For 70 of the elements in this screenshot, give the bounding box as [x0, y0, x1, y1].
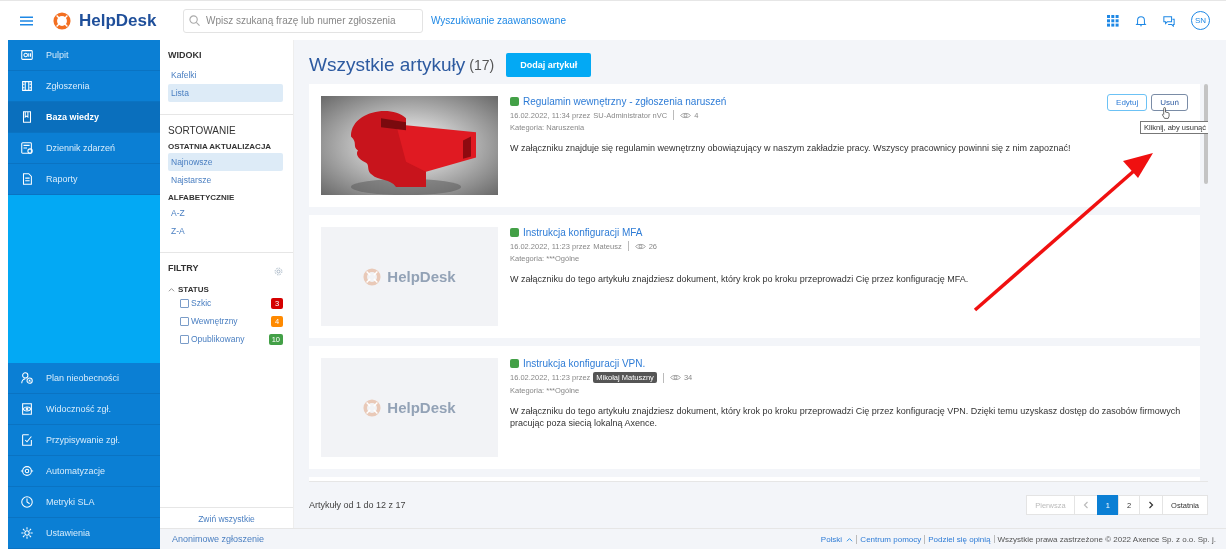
lifebuoy-icon — [363, 398, 382, 417]
chevron-left-icon — [1082, 501, 1089, 509]
filter-label[interactable]: Opublikowany — [191, 334, 267, 344]
nav-icon — [20, 48, 34, 62]
section-heading: FILTRY — [168, 263, 199, 273]
footer-link[interactable]: Podziel się opinią — [924, 534, 991, 544]
nav-icon — [20, 79, 34, 93]
article-summary: W załączniku znajduje się regulamin wewnętrzny obowiązujący w naszym zakładzie pracy. Wszyscy pracownicy powinni się z nim zapoznać! — [510, 142, 1072, 155]
logo-text: HelpDesk — [387, 399, 456, 416]
anonymous-report-link[interactable]: Anonimowe zgłoszenie — [172, 534, 265, 544]
nav-icon — [20, 110, 34, 124]
checkbox[interactable] — [180, 316, 189, 326]
nav-icon — [20, 371, 34, 385]
page-title: Wszystkie artykuły — [309, 54, 466, 76]
collapse-all-link[interactable]: Zwiń wszystkie — [160, 508, 293, 528]
eye-icon — [669, 374, 681, 381]
language-selector[interactable]: Polski — [820, 534, 854, 544]
article-title-link[interactable]: Regulamin wewnętrzny - zgłoszenia naruszeń — [523, 96, 727, 107]
lifebuoy-icon — [363, 267, 382, 286]
chat-icon[interactable] — [1163, 14, 1175, 27]
article-summary: W załączniku do tego artykułu znajdziesz dokument, który krok po kroku przeprowadzi Cię przez konfigurację MFA. — [510, 273, 970, 286]
eye-icon — [680, 111, 692, 119]
nav-icon — [20, 141, 34, 155]
apps-grid-icon[interactable] — [1107, 14, 1119, 27]
add-article-button[interactable]: Dodaj artykuł — [506, 53, 592, 77]
group-heading: ALFABETYCZNIE — [168, 193, 236, 202]
section-heading: SORTOWANIE — [168, 125, 237, 136]
group-heading: STATUS — [178, 285, 209, 294]
chevron-icon[interactable] — [168, 287, 175, 292]
footer-link[interactable]: Centrum pomocy — [856, 534, 922, 544]
edit-button[interactable]: Edytuj — [1107, 94, 1148, 111]
chevron-up-icon — [846, 536, 854, 542]
scrollbar[interactable] — [1204, 84, 1208, 184]
view-option[interactable]: Kafelki — [168, 66, 283, 84]
sort-option[interactable]: A-Z — [168, 204, 283, 222]
nav-icon — [20, 464, 34, 478]
menu-icon[interactable] — [20, 15, 33, 26]
nav-icon — [20, 172, 34, 186]
logo-text: HelpDesk — [387, 268, 456, 285]
article-count: (17) — [469, 57, 495, 73]
group-heading: OSTATNIA AKTUALIZACJA — [168, 142, 273, 151]
results-range: Artykuły od 1 do 12 z 17 — [309, 500, 406, 510]
filter-label[interactable]: Wewnętrzny — [191, 316, 269, 326]
hand-cursor-icon — [1161, 107, 1170, 119]
nav-icon — [20, 526, 34, 540]
nav-icon — [20, 495, 34, 509]
chevron-right-icon — [1148, 501, 1155, 509]
search-field[interactable]: Wpisz szukaną frazę lub numer zgłoszenia — [183, 8, 423, 33]
nav-icon — [20, 433, 34, 447]
article-summary: W załączniku do tego artykułu znajdziesz dokument, który krok po kroku przeprowadzi Cię przez konfigurację VPN. Dzięki temu uzyskasz dostęp do zasobów firmowych pracując poza siecią lokalną Axence. — [510, 405, 1182, 430]
view-option[interactable]: Lista — [168, 84, 283, 102]
sort-option[interactable]: Z-A — [168, 222, 283, 240]
next-page-button[interactable] — [1139, 495, 1164, 515]
section-heading: WIDOKI — [168, 50, 203, 60]
delete-button[interactable]: Usuń — [1151, 94, 1188, 111]
nav-icon — [20, 402, 34, 416]
brand-name: HelpDesk — [79, 10, 157, 31]
eye-icon — [634, 242, 646, 250]
sort-option[interactable]: Najstarsze — [168, 171, 283, 189]
sidebar-item[interactable]: Baza wiedzy — [8, 102, 160, 133]
copyright-text: Wszystkie prawa zastrzeżone © 2022 Axence Sp. z o.o. Sp. j. — [997, 534, 1216, 544]
bell-icon[interactable] — [1135, 14, 1147, 27]
filter-label[interactable]: Szkic — [191, 298, 269, 308]
lifebuoy-icon — [53, 11, 71, 30]
article-title-link[interactable]: Instrukcja konfiguracji MFA — [523, 227, 643, 238]
sort-option[interactable]: Najnowsze — [168, 153, 283, 171]
advanced-search-link[interactable]: Wyszukiwanie zaawansowane — [431, 15, 566, 26]
article-title-link[interactable]: Instrukcja konfiguracji VPN. — [523, 358, 646, 369]
checkbox[interactable] — [180, 334, 189, 344]
checkbox[interactable] — [180, 298, 189, 308]
